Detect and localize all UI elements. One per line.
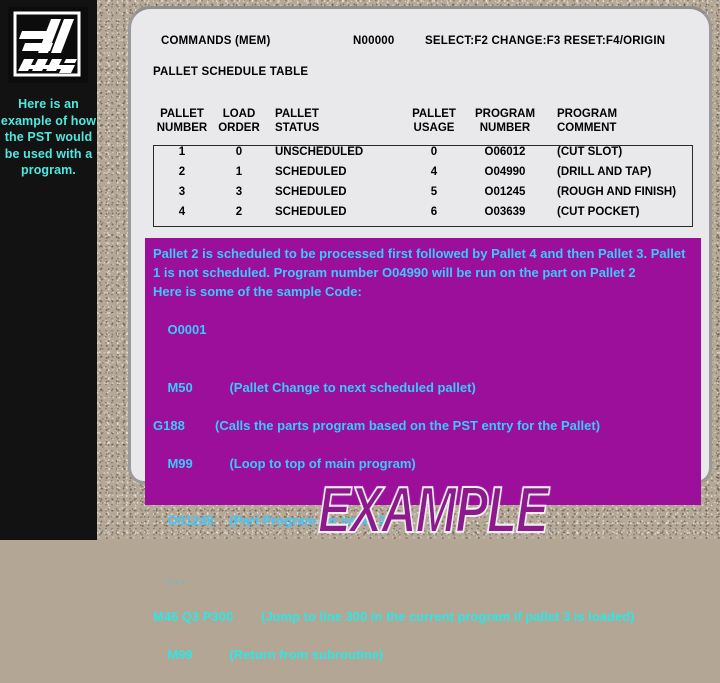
code-line: G188 (Calls the parts program based on th… bbox=[153, 416, 693, 435]
cell-program-number: O06012 bbox=[484, 145, 526, 158]
code-op: M99 bbox=[167, 456, 193, 472]
haas-logo-icon bbox=[8, 7, 88, 83]
cell-load-order: 0 bbox=[235, 145, 243, 158]
cell-pallet-number: 4 bbox=[178, 205, 186, 218]
code-comment: (Part Program for pallet 3) bbox=[229, 513, 390, 529]
cell-spacer bbox=[387, 182, 405, 202]
sidebar: Here is an example of how the PST would … bbox=[0, 0, 97, 540]
code-op: G188 bbox=[153, 417, 185, 433]
code-comment: (Pallet Change to next scheduled pallet) bbox=[229, 379, 476, 395]
code-op: M50 bbox=[167, 379, 193, 395]
cell-load-order: 3 bbox=[235, 185, 243, 198]
header-pallet-number: PALLET NUMBER bbox=[156, 108, 208, 134]
table-header-row: PALLET NUMBER LOAD ORDER PALLET STATUS P… bbox=[153, 107, 709, 142]
table-row[interactable]: 2 1 SCHEDULED 4 O04990 (DRILL AND TAP) bbox=[153, 162, 709, 182]
cell-program-comment: (DRILL AND TAP) bbox=[557, 165, 652, 178]
cell-pallet-usage: 5 bbox=[430, 185, 438, 198]
cell-pallet-status: SCHEDULED bbox=[275, 205, 347, 218]
code-op: M46 Q3 P300 bbox=[153, 608, 234, 624]
narrative-box: Pallet 2 is scheduled to be processed fi… bbox=[145, 238, 701, 662]
header-program-number: PROGRAM NUMBER bbox=[474, 108, 536, 134]
function-key-legend: SELECT:F2 CHANGE:F3 RESET:F4/ORIGIN bbox=[425, 35, 666, 47]
code-line: O0001 bbox=[153, 301, 693, 358]
code-line: M99 (Return from subroutine) bbox=[153, 626, 693, 683]
cell-program-number: O01245 bbox=[484, 185, 526, 198]
cell-spacer bbox=[387, 202, 405, 222]
table-row[interactable]: 3 3 SCHEDULED 5 O01245 (ROUGH AND FINISH… bbox=[153, 182, 709, 202]
header-load-order: LOAD ORDER bbox=[218, 108, 260, 134]
cell-pallet-number: 1 bbox=[178, 145, 186, 158]
sample-code-intro: Here is some of the sample Code: bbox=[153, 284, 362, 300]
cell-pallet-status: SCHEDULED bbox=[275, 165, 347, 178]
cell-pallet-status: SCHEDULED bbox=[275, 185, 347, 198]
code-comment: (Loop to top of main program) bbox=[229, 456, 416, 472]
code-line: . . . bbox=[153, 550, 693, 607]
table-row[interactable]: 4 2 SCHEDULED 6 O03639 (CUT POCKET) bbox=[153, 202, 709, 222]
code-comment: (Jump to line 300 in the current program… bbox=[261, 608, 635, 624]
cell-program-comment: (ROUGH AND FINISH) bbox=[557, 185, 677, 198]
narrative-paragraph: Pallet 2 is scheduled to be processed fi… bbox=[153, 246, 686, 281]
header-program-comment: PROGRAM COMMENT bbox=[557, 108, 618, 134]
code-line: M99 (Loop to top of main program) bbox=[153, 435, 693, 492]
code-comment: (Return from subroutine) bbox=[229, 646, 384, 662]
header-pallet-status: PALLET STATUS bbox=[275, 108, 320, 134]
code-line: M46 Q3 P300 (Jump to line 300 in the curr… bbox=[153, 607, 693, 626]
code-comment: (Calls the parts program based on the PS… bbox=[215, 417, 601, 433]
cell-program-number: O03639 bbox=[484, 205, 526, 218]
code-op: O0001 bbox=[167, 322, 207, 338]
cell-program-comment: (CUT POCKET) bbox=[557, 205, 640, 218]
cell-pallet-number: 3 bbox=[178, 185, 186, 198]
cell-pallet-usage: 0 bbox=[430, 145, 438, 158]
n-number-readout: N00000 bbox=[353, 35, 395, 47]
code-line: M50 (Pallet Change to next scheduled pall… bbox=[153, 359, 693, 416]
cell-pallet-number: 2 bbox=[178, 165, 186, 178]
table-row[interactable]: 1 0 UNSCHEDULED 0 O06012 (CUT SLOT) bbox=[153, 142, 709, 162]
cell-spacer bbox=[387, 162, 405, 182]
cell-pallet-status: UNSCHEDULED bbox=[275, 145, 364, 158]
header-spacer bbox=[387, 107, 405, 142]
cell-program-comment: (CUT SLOT) bbox=[557, 145, 623, 158]
cell-program-number: O04990 bbox=[484, 165, 526, 178]
cell-pallet-usage: 4 bbox=[430, 165, 438, 178]
cell-load-order: 2 bbox=[235, 205, 243, 218]
code-op: . . . bbox=[167, 570, 186, 586]
pallet-schedule-table: PALLET NUMBER LOAD ORDER PALLET STATUS P… bbox=[153, 107, 693, 222]
cell-spacer bbox=[387, 142, 405, 162]
cell-load-order: 1 bbox=[235, 165, 243, 178]
commands-label: COMMANDS (MEM) bbox=[161, 35, 271, 47]
code-op: O01245 bbox=[167, 513, 214, 529]
code-op: M99 bbox=[167, 646, 193, 662]
sidebar-caption: Here is an example of how the PST would … bbox=[0, 97, 97, 177]
code-line: O01245 (Part Program for pallet 3) bbox=[153, 492, 693, 549]
pallet-schedule-table-title: PALLET SCHEDULE TABLE bbox=[153, 66, 309, 78]
header-pallet-usage: PALLET USAGE bbox=[412, 108, 456, 134]
cell-pallet-usage: 6 bbox=[430, 205, 438, 218]
